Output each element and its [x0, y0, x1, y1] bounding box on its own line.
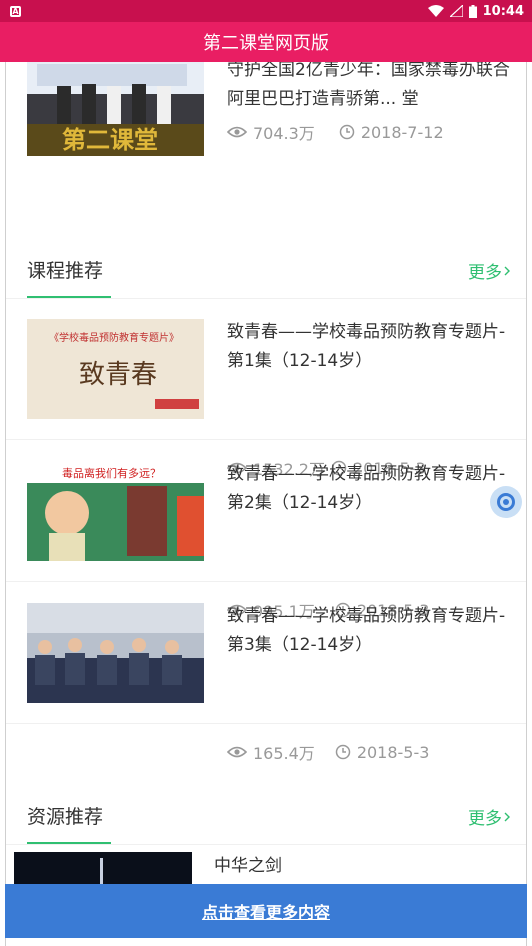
video-thumbnail[interactable]	[27, 603, 204, 703]
page-title: 第二课堂网页版	[203, 33, 329, 54]
divider	[6, 844, 526, 845]
thumbnail-image: 第二课堂	[27, 62, 204, 156]
item-meta: 165.4万 2018-5-3	[227, 740, 429, 764]
chevron-right-icon	[504, 812, 510, 821]
status-bar: A 10:44	[0, 0, 532, 22]
more-label: 更多	[468, 809, 502, 829]
view-count: 704.3万	[253, 124, 315, 143]
floating-target-button[interactable]	[490, 486, 522, 518]
resource-section-header: 资源推荐 更多	[6, 802, 526, 844]
signal-icon	[449, 5, 463, 17]
item-title[interactable]: 守护全国2亿青少年：国家禁毒办联合阿里巴巴打造青骄第... 堂	[227, 62, 512, 114]
chevron-right-icon	[504, 266, 510, 275]
svg-text:第二课堂: 第二课堂	[62, 126, 158, 154]
publish-date: 2018-5-3	[356, 742, 430, 762]
status-time: 10:44	[482, 3, 524, 19]
eye-icon	[227, 746, 247, 758]
item-title[interactable]: 致青春——学校毒品预防教育专题片-第1集（12-14岁）	[227, 318, 512, 376]
clock-icon	[339, 124, 355, 140]
video-thumbnail[interactable]: 第二课堂	[27, 62, 204, 156]
eye-icon	[227, 126, 247, 138]
resource-more-link[interactable]: 更多	[468, 804, 510, 829]
thumbnail-image: 毒品离我们有多远？	[27, 461, 204, 561]
target-icon	[497, 493, 515, 511]
svg-text:《学校毒品预防教育专题片》: 《学校毒品预防教育专题片》	[49, 331, 179, 344]
course-more-link[interactable]: 更多	[468, 258, 510, 283]
video-thumbnail[interactable]: 毒品离我们有多远？	[27, 461, 204, 561]
content-frame[interactable]: 第二课堂 守护全国2亿青少年：国家禁毒办联合阿里巴巴打造青骄第... 堂 704…	[5, 62, 527, 946]
thumbnail-image	[27, 603, 204, 703]
clock-icon	[335, 744, 351, 760]
item-title[interactable]: 中华之剑	[214, 852, 499, 881]
section-title: 课程推荐	[27, 260, 104, 282]
view-more-button[interactable]: 点击查看更多内容	[5, 884, 527, 938]
section-title: 资源推荐	[27, 806, 104, 828]
app-bar: 第二课堂网页版	[0, 22, 532, 62]
notification-icon: A	[10, 5, 21, 17]
more-label: 更多	[468, 263, 502, 283]
publish-date: 2018-7-12	[360, 122, 444, 142]
video-thumbnail[interactable]: 《学校毒品预防教育专题片》 致青春	[27, 319, 204, 419]
view-count: 165.4万	[253, 744, 315, 763]
list-item[interactable]: 致青春——学校毒品预防教育专题片-第3集（12-14岁） 165.4万 2018…	[6, 582, 526, 763]
item-title[interactable]: 致青春——学校毒品预防教育专题片-第2集（12-14岁）	[227, 460, 512, 518]
list-item[interactable]: 《学校毒品预防教育专题片》 致青春 致青春——学校毒品预防教育专题片-第1集（1…	[6, 298, 526, 479]
item-title[interactable]: 致青春——学校毒品预防教育专题片-第3集（12-14岁）	[227, 602, 512, 660]
status-right: 10:44	[427, 3, 524, 19]
course-section-header: 课程推荐 更多	[6, 256, 526, 298]
view-more-label: 点击查看更多内容	[201, 903, 330, 922]
svg-text:毒品离我们有多远？: 毒品离我们有多远？	[62, 466, 161, 480]
item-meta: 704.3万 2018-7-12	[227, 120, 444, 144]
svg-text:致青春: 致青春	[79, 360, 157, 390]
thumbnail-image: 《学校毒品预防教育专题片》 致青春	[27, 319, 204, 419]
battery-icon	[468, 4, 477, 18]
list-item[interactable]: 第二课堂 守护全国2亿青少年：国家禁毒办联合阿里巴巴打造青骄第... 堂 704…	[6, 62, 526, 238]
wifi-icon	[427, 5, 444, 17]
list-item[interactable]: 毒品离我们有多远？ 致青春——学校毒品预防教育专题片-第2集（12-14岁） 9…	[6, 440, 526, 621]
